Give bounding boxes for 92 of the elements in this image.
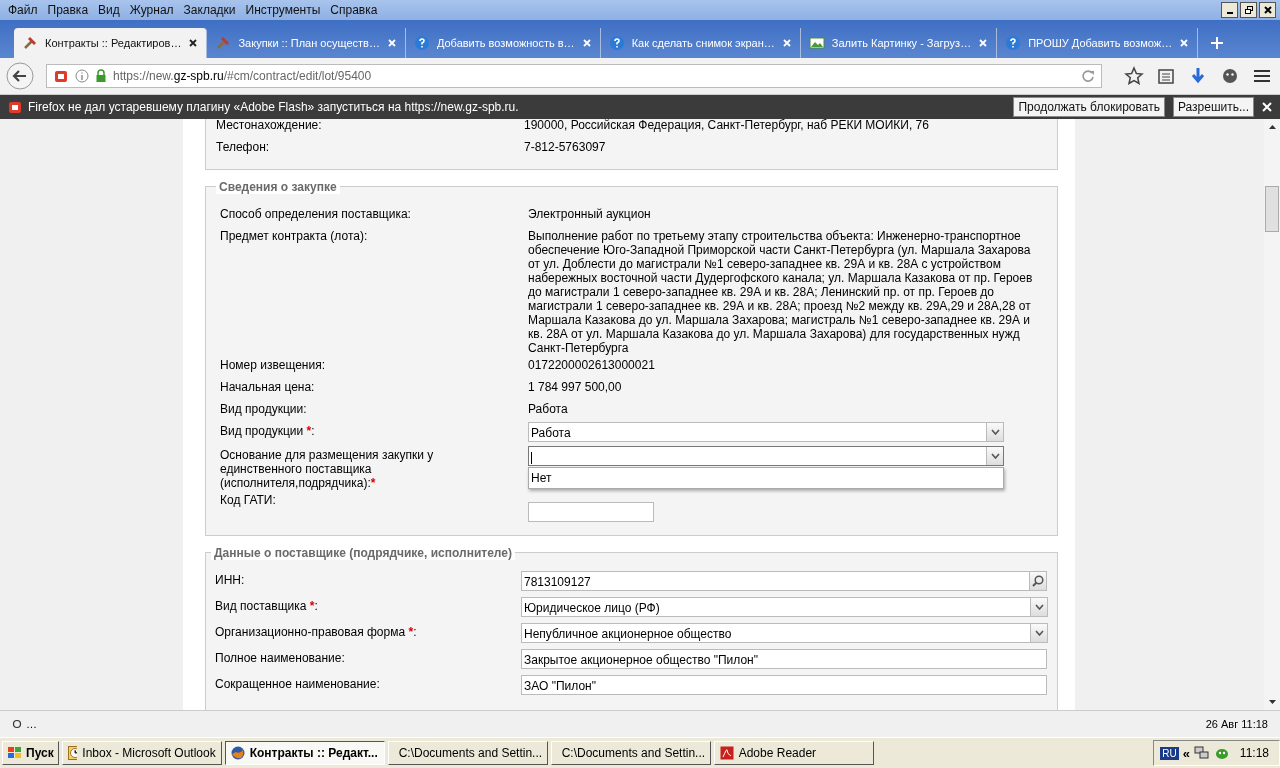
field-label: Сокращенное наименование: <box>215 676 381 691</box>
chevron-down-icon <box>990 453 1000 459</box>
hammer-icon <box>22 35 38 51</box>
field-label: Вид поставщика *: <box>215 598 319 613</box>
field-label: Полное наименование: <box>215 650 346 665</box>
scrollbar-thumb[interactable] <box>1265 186 1279 232</box>
field-label: Местонахождение: <box>216 119 323 132</box>
dropdown-field[interactable] <box>528 446 1004 466</box>
browser-tab[interactable]: Контракты :: Редактиров… <box>14 28 208 58</box>
chevron-down-icon <box>1034 604 1044 610</box>
field-label: Основание для размещения закупки у единственного поставщика (исполнителя,подрядчика):* <box>220 447 435 490</box>
field-label: Номер извещения: <box>220 357 326 372</box>
plugin-icon <box>8 100 22 114</box>
field-value: Выполнение работ по третьему этапу строительства объекта: Инженерно-транспортное обеспечение Юго-Западной Приморской части Санкт-Петербурга (ул. Маршала Захарова от ул. Доблести до магистрали №1 северо-западнее кв. 29А и кв. 28А с устройством набережных восточной части Дудергофского канала; ул. Маршала Казакова от пр. Героев до магистрали 1 северо-западнее кв. 29А и кв. 28А; Ленинский пр. от пр. Героев до магистрали 1 северо-западнее кв. 29А и кв. 28А; проезд №2 между кв. 29А,29 и 28А,28 от Маршала Казакова до ул. Маршала Захарова; магистраль №1 северо-западнее кв. 29А и кв. 28А от ул. Маршала Казакова до ул. Маршала Захарова) для государственных нужд Санкт-Петербурга <box>528 228 1033 355</box>
help-icon <box>608 35 625 51</box>
field-value: Работа <box>528 401 569 416</box>
menu-item[interactable]: Инструменты <box>241 3 327 17</box>
status-text: … <box>26 718 37 730</box>
notification-button[interactable]: Продолжать блокировать <box>1013 97 1165 117</box>
field-label: Предмет контракта (лота): <box>220 228 369 243</box>
globe-icon <box>230 746 245 760</box>
dropdown-field[interactable]: Работа <box>528 422 1004 442</box>
search-field[interactable]: 7813109127 <box>521 571 1047 591</box>
hammer-icon <box>215 35 232 51</box>
plugin-icon <box>53 68 69 84</box>
field-value: 7-812-5763097 <box>524 139 607 154</box>
search-icon[interactable] <box>1032 575 1044 587</box>
menu-item[interactable]: Журнал <box>125 3 180 17</box>
input-field[interactable]: Закрытое акционерное общество "Пилон" <box>521 649 1047 669</box>
clock-icon <box>67 746 78 760</box>
image-icon <box>808 35 825 51</box>
dropdown-option[interactable]: Нет <box>529 468 1003 488</box>
loading-icon <box>12 719 22 729</box>
input-field[interactable] <box>528 502 654 522</box>
field-label: Начальная цена: <box>220 379 316 394</box>
windows-logo-icon <box>7 746 23 760</box>
chevron-down-icon <box>1034 630 1044 636</box>
field-label: Способ определения поставщика: <box>220 206 412 221</box>
scroll-down-icon[interactable] <box>1267 699 1277 705</box>
scroll-up-icon[interactable] <box>1267 124 1277 130</box>
taskbar-button[interactable]: Контракты :: Редакт... <box>224 741 385 765</box>
field-value: 1 784 997 500,00 <box>528 379 623 394</box>
star-icon[interactable] <box>1124 66 1144 86</box>
tray-expand-button[interactable]: « <box>1182 745 1190 761</box>
reload-icon[interactable] <box>1081 69 1095 83</box>
smiley-icon[interactable] <box>1220 66 1240 86</box>
field-label: Код ГАТИ: <box>220 492 277 507</box>
notification-button[interactable]: Разрешить... <box>1172 97 1254 117</box>
section-legend: Данные о поставщике (подрядчике, исполнителе) <box>211 546 515 560</box>
menu-item[interactable]: Файл <box>4 3 44 17</box>
taskbar-button[interactable]: Adobe Reader <box>713 741 874 765</box>
field-label: Вид продукции *: <box>220 423 316 438</box>
clock: 11:18 <box>1239 746 1269 760</box>
address-field[interactable]: https://new.gz-spb.ru/#cm/contract/edit/lot/95400 <box>46 64 1102 88</box>
input-field[interactable]: ЗАО "Пилон" <box>521 675 1047 695</box>
field-label: Вид продукции: <box>220 401 308 416</box>
menu-item[interactable]: Справка <box>326 3 384 17</box>
back-icon[interactable] <box>6 62 34 90</box>
lock-icon <box>95 69 107 83</box>
taskbar-button[interactable]: C:\Documents and Settin... <box>387 741 548 765</box>
network-icon <box>1193 746 1210 760</box>
field-value: 190000, Российская Федерация, Санкт-Петербург, наб РЕКИ МОЙКИ, 76 <box>524 119 930 132</box>
field-label: ИНН: <box>215 572 246 587</box>
close-icon[interactable] <box>188 38 199 48</box>
chevron-down-icon <box>990 429 1000 435</box>
reading-list-icon[interactable] <box>1156 66 1176 86</box>
info-icon <box>75 69 89 83</box>
start-button[interactable]: Пуск <box>2 741 59 765</box>
field-label: Телефон: <box>216 139 271 154</box>
status-date: 26 Авг 11:18 <box>1205 718 1268 730</box>
minimize-icon[interactable] <box>1221 2 1238 18</box>
menu-item[interactable]: Правка <box>43 3 95 17</box>
section-legend: Сведения о закупке <box>216 180 340 194</box>
help-icon <box>413 35 430 51</box>
help-icon <box>1005 35 1022 51</box>
field-label: Организационно-правовая форма *: <box>215 624 418 639</box>
scrollbar[interactable] <box>1264 119 1280 710</box>
new-tab-icon[interactable] <box>1210 36 1225 50</box>
taskbar-button[interactable]: C:\Documents and Settin... <box>550 741 711 765</box>
menu-item[interactable]: Вид <box>94 3 126 17</box>
dropdown-field[interactable]: Юридическое лицо (РФ) <box>521 597 1048 617</box>
menu-item[interactable]: Закладки <box>179 3 242 17</box>
notification-text: Firefox не дал устаревшему плагину «Adobe Flash» запуститься на https://new.gz-spb.ru. <box>28 100 519 114</box>
restore-icon[interactable] <box>1240 2 1257 18</box>
field-value: 0172200002613000021 <box>528 357 656 372</box>
close-icon[interactable] <box>1259 2 1276 18</box>
document-icon <box>719 746 734 760</box>
language-indicator[interactable]: RU <box>1160 746 1179 760</box>
field-value: Электронный аукцион <box>528 206 652 221</box>
bug-icon <box>1213 746 1230 760</box>
taskbar-button[interactable]: Inbox - Microsoft Outlook <box>61 741 222 765</box>
dropdown-field[interactable]: Непубличное акционерное общество <box>521 623 1048 643</box>
